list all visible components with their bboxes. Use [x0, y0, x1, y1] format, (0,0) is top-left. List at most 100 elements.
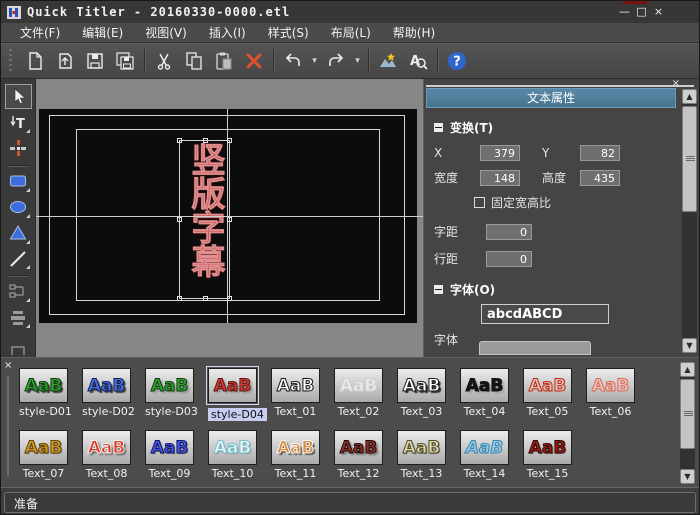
style-label: style-D03	[145, 405, 198, 418]
style-tile-style-D02[interactable]: AaB style-D02	[82, 368, 135, 422]
style-tile-style-D04[interactable]: AaB style-D04	[206, 366, 267, 422]
triangle-tool[interactable]	[5, 221, 32, 246]
fixed-aspect-checkbox[interactable]	[474, 197, 485, 208]
menu-style[interactable]: 样式(S)	[257, 24, 320, 41]
cut-button[interactable]	[149, 47, 179, 75]
menu-edit[interactable]: 编辑(E)	[71, 24, 134, 41]
selection-handle[interactable]	[203, 296, 208, 301]
help-button[interactable]: ?	[442, 47, 472, 75]
delete-button[interactable]	[239, 47, 269, 75]
font-preview: abcdABCD	[481, 304, 609, 324]
line-tool[interactable]	[5, 247, 32, 272]
connector-icon	[7, 281, 29, 303]
style-tile-style-D03[interactable]: AaB style-D03	[145, 368, 198, 422]
font-select[interactable]	[479, 341, 591, 355]
gallery-close-icon[interactable]: ×	[4, 360, 12, 371]
selection-handle[interactable]	[177, 217, 182, 222]
menu-view[interactable]: 视图(V)	[134, 24, 198, 41]
style-tile-Text_09[interactable]: AaB Text_09	[145, 430, 194, 480]
height-field[interactable]: 435	[580, 169, 620, 186]
selection-handle[interactable]	[177, 138, 182, 143]
selection-handle[interactable]	[227, 296, 232, 301]
select-tool[interactable]	[4, 84, 32, 110]
style-tile-Text_13[interactable]: AaB Text_13	[397, 430, 446, 480]
scroll-down-icon[interactable]: ▼	[680, 469, 695, 484]
menu-layout[interactable]: 布局(L)	[320, 24, 382, 41]
scrollbar-thumb[interactable]	[682, 106, 697, 212]
undo-dropdown[interactable]: ▾	[308, 47, 321, 75]
width-field[interactable]: 148	[480, 169, 520, 186]
style-tile-Text_05[interactable]: AaB Text_05	[523, 368, 572, 422]
align-cross-tool[interactable]	[5, 136, 32, 161]
style-tile-Text_15[interactable]: AaB Text_15	[523, 430, 572, 480]
toolbar-separator	[364, 48, 373, 74]
style-tile-Text_11[interactable]: AaB Text_11	[271, 430, 320, 480]
char-spacing-field[interactable]: 0	[486, 223, 532, 240]
redo-button[interactable]	[321, 47, 351, 75]
more-tool[interactable]	[5, 331, 32, 356]
menu-file[interactable]: 文件(F)	[9, 24, 71, 41]
selection-handle[interactable]	[227, 217, 232, 222]
menu-insert[interactable]: 插入(I)	[198, 24, 257, 41]
style-tile-Text_14[interactable]: AaB Text_14	[460, 430, 509, 480]
style-tile-Text_03[interactable]: AaB Text_03	[397, 368, 446, 422]
copy-button[interactable]	[179, 47, 209, 75]
gallery-scrollbar[interactable]: ▲ ▼	[680, 362, 695, 484]
maximize-button[interactable]: □	[635, 4, 648, 19]
style-tile-Text_10[interactable]: AaB Text_10	[208, 430, 257, 480]
ellipse-tool[interactable]	[5, 195, 32, 220]
distribute-tool[interactable]	[5, 305, 32, 330]
style-tile-Text_07[interactable]: AaB Text_07	[19, 430, 68, 480]
selection-handle[interactable]	[177, 296, 182, 301]
save-icon	[84, 50, 106, 72]
gallery-grip[interactable]	[7, 376, 9, 476]
application-window: Quick Titler - 20160330-0000.etl — □ × 文…	[0, 0, 700, 515]
vertical-text-tool[interactable]: T	[5, 110, 32, 135]
style-label: Text_03	[400, 405, 443, 418]
style-preview: AaB	[397, 368, 446, 403]
selection-handle[interactable]	[227, 138, 232, 143]
scroll-up-icon[interactable]: ▲	[682, 89, 697, 104]
selection-handle[interactable]	[203, 138, 208, 143]
style-tile-Text_02[interactable]: AaB Text_02	[334, 368, 383, 422]
scrollbar-thumb[interactable]	[680, 379, 695, 449]
style-tile-Text_08[interactable]: AaB Text_08	[82, 430, 131, 480]
save-all-button[interactable]	[110, 47, 140, 75]
menu-help[interactable]: 帮助(H)	[382, 24, 446, 41]
open-document-button[interactable]	[50, 47, 80, 75]
transform-section-header[interactable]: 变换(T)	[434, 119, 676, 136]
paste-button[interactable]	[209, 47, 239, 75]
minimize-button[interactable]: —	[618, 4, 631, 19]
toolbar-separator	[269, 48, 278, 74]
style-tile-Text_12[interactable]: AaB Text_12	[334, 430, 383, 480]
find-button[interactable]: A	[403, 47, 433, 75]
save-button[interactable]	[80, 47, 110, 75]
new-document-button[interactable]	[20, 47, 50, 75]
panel-scrollbar[interactable]: ▲ ▼	[682, 89, 697, 353]
style-library-button[interactable]	[373, 47, 403, 75]
undo-button[interactable]	[278, 47, 308, 75]
style-tile-Text_04[interactable]: AaB Text_04	[460, 368, 509, 422]
rectangle-tool[interactable]	[5, 169, 32, 194]
collapse-icon[interactable]	[434, 123, 443, 132]
style-tile-style-D01[interactable]: AaB style-D01	[19, 368, 72, 422]
canvas-title-text[interactable]: 竖版字幕	[185, 142, 226, 279]
toolbar-grip[interactable]	[9, 49, 12, 73]
scroll-down-icon[interactable]: ▼	[682, 338, 697, 353]
y-field[interactable]: 82	[580, 144, 620, 161]
collapse-icon[interactable]	[434, 285, 443, 294]
canvas-workspace[interactable]: 竖版字幕	[36, 79, 423, 357]
line-spacing-field[interactable]: 0	[486, 250, 532, 267]
font-section-header[interactable]: 字体(O)	[434, 281, 676, 298]
x-field[interactable]: 379	[480, 144, 520, 161]
help-icon: ?	[446, 50, 468, 72]
text-selection-box[interactable]: 竖版字幕	[177, 138, 232, 301]
close-button[interactable]: ×	[652, 4, 665, 19]
style-preview: AaB	[523, 430, 572, 465]
connector-tool[interactable]	[5, 279, 32, 304]
scroll-up-icon[interactable]: ▲	[680, 362, 695, 377]
font-section-label: 字体(O)	[450, 283, 496, 297]
style-tile-Text_06[interactable]: AaB Text_06	[586, 368, 635, 422]
style-tile-Text_01[interactable]: AaB Text_01	[271, 368, 320, 422]
redo-dropdown[interactable]: ▾	[351, 47, 364, 75]
